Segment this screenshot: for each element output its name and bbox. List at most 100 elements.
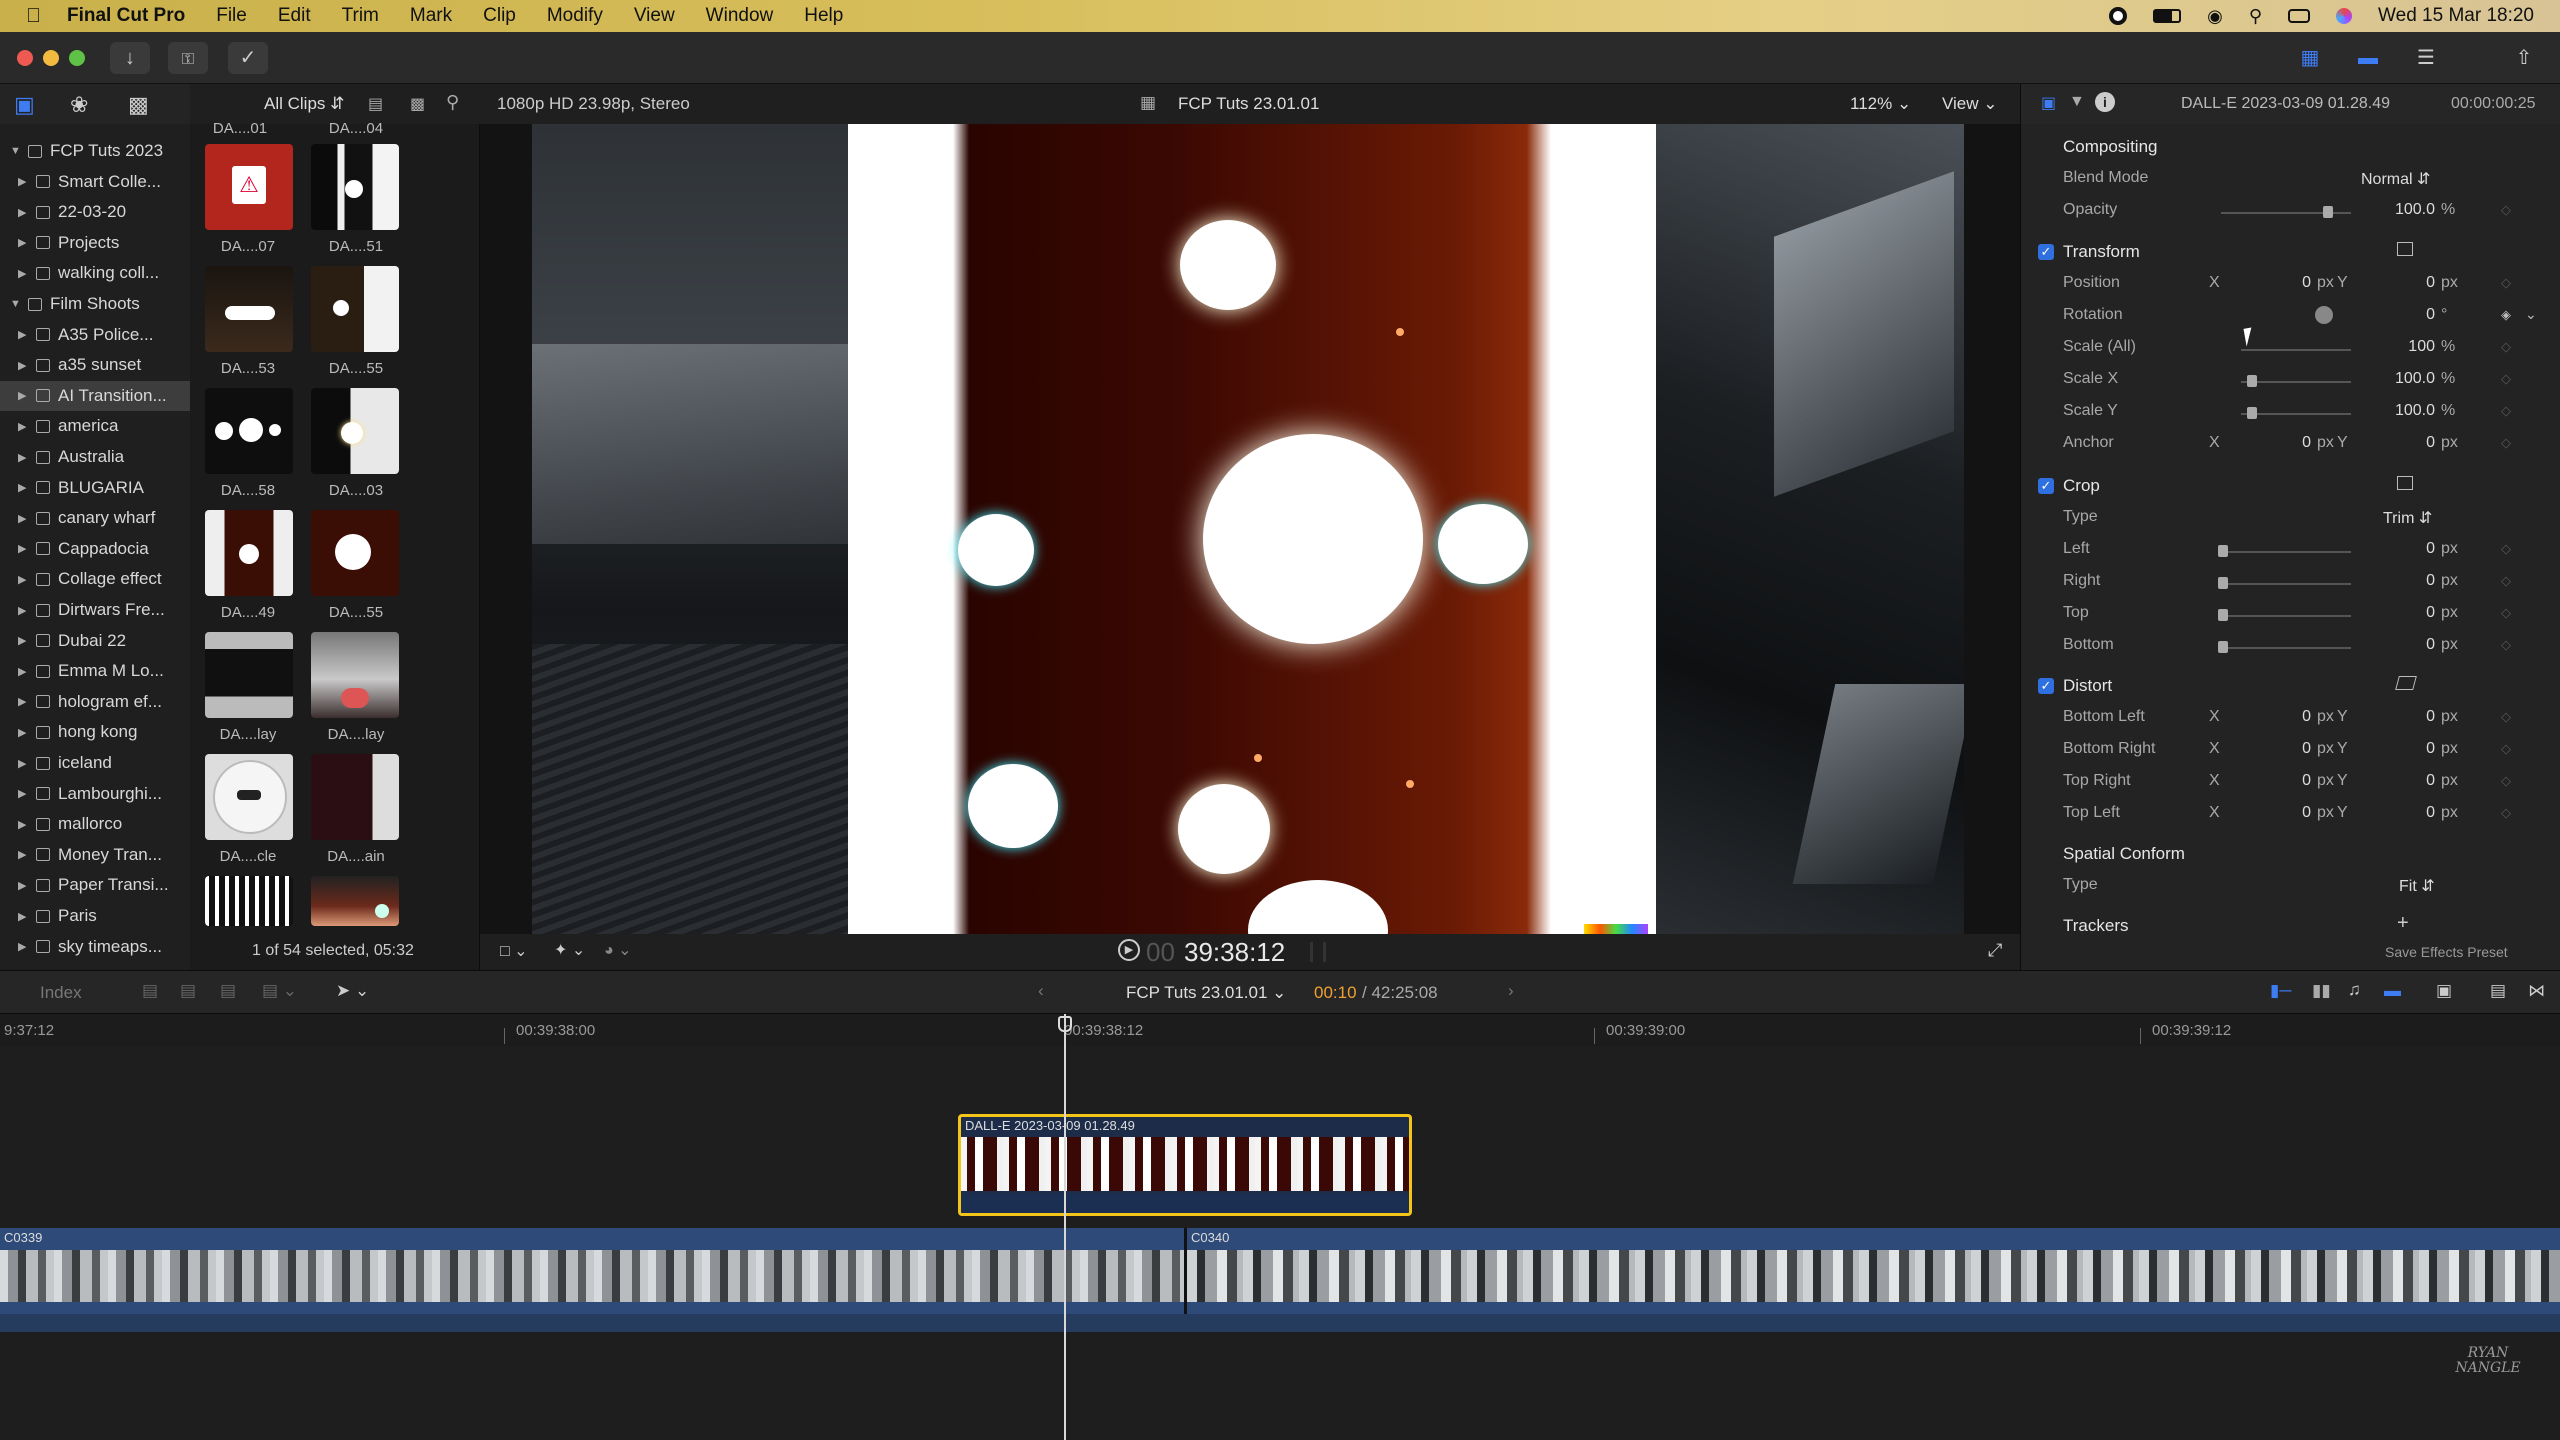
clip-filter-popup[interactable]: All Clips ⇵ [264,94,344,114]
apple-icon[interactable]:  [26,5,41,28]
disclosure-closed-icon[interactable]: ▶ [18,757,30,770]
record-icon[interactable] [2109,7,2128,25]
distort-checkbox[interactable]: ✓ [2038,678,2054,694]
timeline-project-popup[interactable]: FCP Tuts 23.01.01 ⌄ [1126,983,1286,1003]
spatial-conform-section-title[interactable]: Spatial Conform [2063,844,2185,864]
crop-right-slider[interactable] [2221,583,2351,585]
keyframe-icon[interactable]: ◇ [2501,605,2511,621]
keyframe-icon[interactable]: ◇ [2501,339,2511,355]
battery-icon[interactable] [2153,9,2182,23]
disclosure-closed-icon[interactable]: ▶ [18,328,30,341]
event-item[interactable]: ▶ mallorco [0,809,190,839]
clip-thumbnail[interactable] [205,876,293,926]
opacity-slider-knob[interactable] [2323,206,2333,218]
crop-bottom-value[interactable]: 0 [2371,636,2435,654]
disclosure-closed-icon[interactable]: ▶ [18,665,30,678]
clip-appearance-icon[interactable]: ▣ [2436,981,2452,1001]
clip-thumbnail[interactable] [205,510,293,596]
disclosure-closed-icon[interactable]: ▶ [18,726,30,739]
crop-left-knob[interactable] [2218,545,2228,557]
clip-thumbnail[interactable] [311,876,399,926]
keyframe-icon[interactable]: ◇ [2501,741,2511,757]
disclosure-closed-icon[interactable]: ▶ [18,573,30,586]
menu-window[interactable]: Window [706,5,774,27]
bottom-left-x-value[interactable]: 0 [2251,708,2311,726]
menu-app-name[interactable]: Final Cut Pro [67,5,185,27]
viewer-timecode[interactable]: 39:38:12 [1184,937,1285,968]
keyframe-icon[interactable]: ◇ [2501,773,2511,789]
crop-section-title[interactable]: Crop [2063,476,2100,496]
search-icon[interactable]: ⚲ [446,92,459,113]
append-clip-icon[interactable]: ▤ [220,981,236,1001]
keyframe-icon[interactable]: ◇ [2501,637,2511,653]
background-tasks-button[interactable]: ✓ [228,42,268,74]
connect-clip-icon[interactable]: ▤ [142,981,158,1001]
keyframe-icon[interactable]: ◇ [2501,709,2511,725]
clip-thumbnail[interactable] [205,632,293,718]
disclosure-closed-icon[interactable]: ▶ [18,267,30,280]
event-item[interactable]: ▶ iceland [0,748,190,778]
disclosure-closed-icon[interactable]: ▶ [18,542,30,555]
playhead[interactable] [1064,1014,1066,1440]
menu-clip[interactable]: Clip [483,5,516,27]
rotation-value[interactable]: 0 [2371,306,2435,324]
event-item[interactable]: ▶ A35 Police... [0,320,190,350]
trackers-section-title[interactable]: Trackers [2063,916,2129,936]
disclosure-closed-icon[interactable]: ▶ [18,818,30,831]
menu-help[interactable]: Help [804,5,843,27]
timeline-index-button[interactable]: Index [40,983,82,1003]
siri-icon[interactable] [2336,8,2353,24]
save-effects-preset-button[interactable]: Save Effects Preset [2385,944,2508,960]
disclosure-closed-icon[interactable]: ▶ [18,879,30,892]
clip-thumbnail[interactable] [311,144,399,230]
disclosure-closed-icon[interactable]: ▶ [18,359,30,372]
library-item[interactable]: ▼ Film Shoots [0,289,190,319]
primary-clip[interactable]: C0339 [0,1228,1184,1314]
close-window-button[interactable] [17,50,33,66]
event-item[interactable]: ▶ AI Transition... [0,380,190,411]
disclosure-closed-icon[interactable]: ▶ [18,420,30,433]
history-back-icon[interactable]: ‹ [1038,981,1044,1001]
history-forward-icon[interactable]: › [1508,981,1514,1001]
crop-top-knob[interactable] [2218,609,2228,621]
event-item[interactable]: ▶ Dubai 22 [0,626,190,656]
disclosure-closed-icon[interactable]: ▶ [18,695,30,708]
blend-mode-popup[interactable]: Normal ⇵ [2361,169,2430,189]
event-item[interactable]: ▶ hong kong [0,717,190,747]
crop-right-value[interactable]: 0 [2371,572,2435,590]
play-button[interactable]: ▶ [1118,939,1140,961]
menu-file[interactable]: File [216,5,247,27]
disclosure-closed-icon[interactable]: ▶ [18,604,30,617]
timeline-ruler[interactable]: 9:37:12 00:39:38:00 00:39:38:12 00:39:39… [0,1014,2560,1046]
disclosure-closed-icon[interactable]: ▶ [18,512,30,525]
import-button[interactable]: ↓ [110,42,150,74]
event-item[interactable]: ▶ a35 sunset [0,350,190,380]
crop-type-popup[interactable]: Trim ⇵ [2383,508,2432,528]
transitions-browser-icon[interactable]: ⋈ [2528,981,2545,1001]
keyframe-icon[interactable]: ◇ [2501,202,2511,218]
insert-clip-icon[interactable]: ▤ [180,981,196,1001]
scale-y-value[interactable]: 100.0 [2361,402,2435,420]
bottom-right-x-value[interactable]: 0 [2251,740,2311,758]
transform-tool-button[interactable]: □ ⌄ [500,941,528,961]
event-item[interactable]: ▶ hologram ef... [0,687,190,717]
scale-y-slider-knob[interactable] [2247,407,2257,419]
distort-section-title[interactable]: Distort [2063,676,2112,696]
top-right-y-value[interactable]: 0 [2371,772,2435,790]
viewer-canvas[interactable] [480,124,2020,934]
position-x-value[interactable]: 0 [2251,274,2311,292]
scale-x-slider-knob[interactable] [2247,375,2257,387]
snapping-icon[interactable]: ▬ [2384,981,2401,1001]
onscreen-transform-icon[interactable] [2397,242,2413,256]
rotation-dial[interactable] [2315,306,2333,324]
event-item[interactable]: ▶ Money Tran... [0,840,190,870]
event-item[interactable]: ▶ Emma M Lo... [0,656,190,686]
libraries-icon[interactable]: ▣ [14,92,35,118]
keywords-button[interactable]: ⚿ [168,42,208,74]
spotlight-icon[interactable]: ⚲ [2249,6,2262,27]
connected-clip[interactable]: DALL-E 2023-03-09 01.28.49 [958,1114,1412,1216]
primary-clip[interactable]: C0340 [1187,1228,2560,1314]
solo-icon[interactable]: ♫ [2348,980,2361,1000]
zoom-popup[interactable]: 112% ⌄ [1850,94,1911,114]
disclosure-closed-icon[interactable]: ▶ [18,848,30,861]
